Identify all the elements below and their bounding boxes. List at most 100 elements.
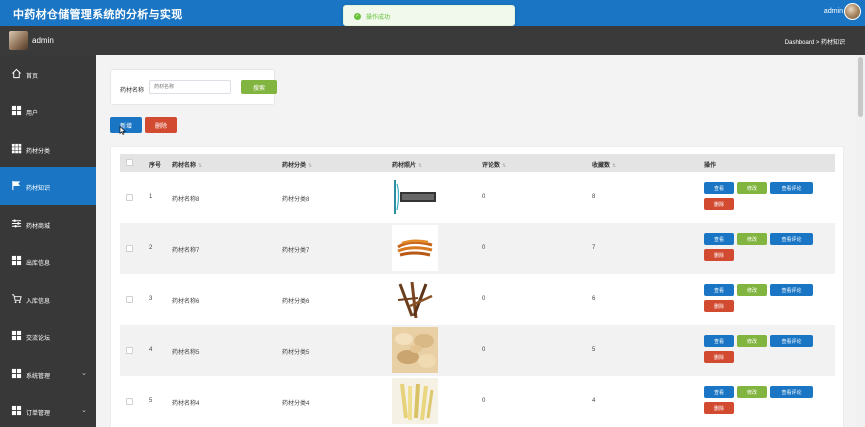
delete-button[interactable]: 删除 (704, 249, 734, 261)
grid-icon (11, 255, 22, 266)
edit-button[interactable]: 修改 (737, 335, 767, 347)
cell-comments: 0 (482, 398, 486, 404)
view-reviews-button[interactable]: 查看评论 (770, 386, 813, 398)
sidebar-item-label: 药材商城 (26, 224, 51, 230)
cell-index: 3 (149, 296, 153, 302)
cell-name: 药材名称6 (172, 299, 200, 305)
edit-button[interactable]: 修改 (737, 386, 767, 398)
sidebar-item-outbound[interactable]: 出库信息 (0, 242, 96, 280)
mouse-cursor-icon (119, 126, 126, 135)
col-photo[interactable]: 药材照片 ⇅ (392, 160, 422, 169)
sidebar-item-forum[interactable]: 交流论坛 (0, 317, 96, 355)
row-checkbox[interactable] (126, 296, 133, 303)
chevron-down-icon: ⌄ (81, 407, 87, 414)
sort-icon: ⇅ (308, 163, 313, 169)
flag-icon (12, 180, 21, 191)
col-photo-label: 药材照片 (392, 163, 417, 169)
table-row: 1 药材名称8 药材分类8 0 8 查看 修改 查看评论 删除 (120, 172, 835, 223)
table-row: 3 药材名称6 药材分类6 0 6 查看 修改 查看评论 删除 (120, 274, 835, 325)
sub-username: admin (32, 36, 54, 45)
cell-favorites: 7 (592, 245, 596, 251)
cell-favorites: 4 (592, 398, 596, 404)
cell-category: 药材分类5 (282, 350, 310, 356)
sidebar-item-inbound[interactable]: 入库信息 (0, 280, 96, 318)
delete-button[interactable]: 删除 (704, 198, 734, 210)
cell-category: 药材分类8 (282, 197, 310, 203)
cell-category: 药材分类4 (282, 401, 310, 407)
search-input[interactable] (149, 80, 231, 94)
sidebar-item-mall[interactable]: 药材商城 (0, 205, 96, 243)
sliders-icon (11, 219, 22, 228)
delete-button[interactable]: 删除 (704, 402, 734, 414)
cell-name: 药材名称5 (172, 350, 200, 356)
sidebar-item-orders[interactable]: 订单管理 ⌄ (0, 392, 96, 427)
select-all-checkbox[interactable] (126, 159, 133, 166)
page-scrollbar[interactable] (856, 55, 865, 427)
row-checkbox[interactable] (126, 194, 133, 201)
row-checkbox[interactable] (126, 347, 133, 354)
edit-button[interactable]: 修改 (737, 284, 767, 296)
view-reviews-button[interactable]: 查看评论 (770, 233, 813, 245)
herb-photo (392, 225, 438, 271)
view-button[interactable]: 查看 (704, 335, 734, 347)
view-button[interactable]: 查看 (704, 284, 734, 296)
cell-name: 药材名称4 (172, 401, 200, 407)
sidebar-item-categories[interactable]: 药材分类 (0, 130, 96, 168)
table-row: 5 药材名称4 药材分类4 0 4 查看 修改 查看评论 删除 (120, 376, 835, 427)
app-title: 中药材仓储管理系统的分析与实现 (13, 9, 183, 21)
view-reviews-button[interactable]: 查看评论 (770, 182, 813, 194)
sidebar: 首页 用户 药材分类 药材知识 药材商城 出库信息 入库信息 交流论坛 系统管理… (0, 55, 96, 427)
sidebar-item-label: 用户 (26, 111, 39, 117)
grid-icon (11, 405, 22, 416)
home-icon (12, 68, 21, 79)
view-reviews-button[interactable]: 查看评论 (770, 284, 813, 296)
cell-index: 4 (149, 347, 153, 353)
view-button[interactable]: 查看 (704, 386, 734, 398)
sidebar-item-system[interactable]: 系统管理 ⌄ (0, 355, 96, 393)
search-label: 药材名称 (120, 88, 145, 94)
edit-button[interactable]: 修改 (737, 182, 767, 194)
grid-icon (11, 143, 22, 154)
edit-button[interactable]: 修改 (737, 233, 767, 245)
sidebar-item-label: 药材知识 (26, 186, 51, 192)
sidebar-item-knowledge[interactable]: 药材知识 (0, 167, 96, 205)
cell-index: 1 (149, 194, 153, 200)
sidebar-item-label: 药材分类 (26, 149, 51, 155)
grid-icon (11, 105, 22, 116)
breadcrumb[interactable]: Dashboard > 药材知识 (785, 37, 845, 46)
delete-button[interactable]: 删除 (704, 300, 734, 312)
sort-icon: ⇅ (612, 163, 617, 169)
col-category[interactable]: 药材分类 ⇅ (282, 160, 312, 169)
col-name-label: 药材名称 (172, 163, 197, 169)
search-button[interactable]: 搜索 (241, 80, 277, 94)
view-reviews-button[interactable]: 查看评论 (770, 335, 813, 347)
chevron-down-icon: ⌄ (81, 370, 87, 377)
cell-name: 药材名称7 (172, 248, 200, 254)
cell-name: 药材名称8 (172, 197, 200, 203)
cell-comments: 0 (482, 245, 486, 251)
sort-icon: ⇅ (502, 163, 507, 169)
cell-index: 5 (149, 398, 153, 404)
col-comments-label: 评论数 (482, 163, 501, 169)
add-button[interactable]: 新增 (110, 117, 142, 133)
search-panel: 药材名称 搜索 (110, 69, 277, 105)
row-checkbox[interactable] (126, 398, 133, 405)
herb-photo (392, 327, 438, 373)
col-comments[interactable]: 评论数 ⇅ (482, 160, 506, 169)
cell-category: 药材分类7 (282, 248, 310, 254)
grid-icon (11, 368, 22, 379)
view-button[interactable]: 查看 (704, 182, 734, 194)
bulk-delete-button[interactable]: 删除 (145, 117, 177, 133)
row-checkbox[interactable] (126, 245, 133, 252)
user-avatar[interactable] (844, 3, 861, 20)
col-favorites[interactable]: 收藏数 ⇅ (592, 160, 616, 169)
sub-header: admin Dashboard > 药材知识 (0, 26, 865, 55)
sidebar-item-label: 系统管理 (26, 374, 51, 380)
sidebar-item-users[interactable]: 用户 (0, 92, 96, 130)
col-name[interactable]: 药材名称 ⇅ (172, 160, 202, 169)
sidebar-item-home[interactable]: 首页 (0, 55, 96, 93)
scrollbar-thumb[interactable] (858, 57, 863, 117)
view-button[interactable]: 查看 (704, 233, 734, 245)
delete-button[interactable]: 删除 (704, 351, 734, 363)
top-username[interactable]: admin (824, 8, 843, 15)
